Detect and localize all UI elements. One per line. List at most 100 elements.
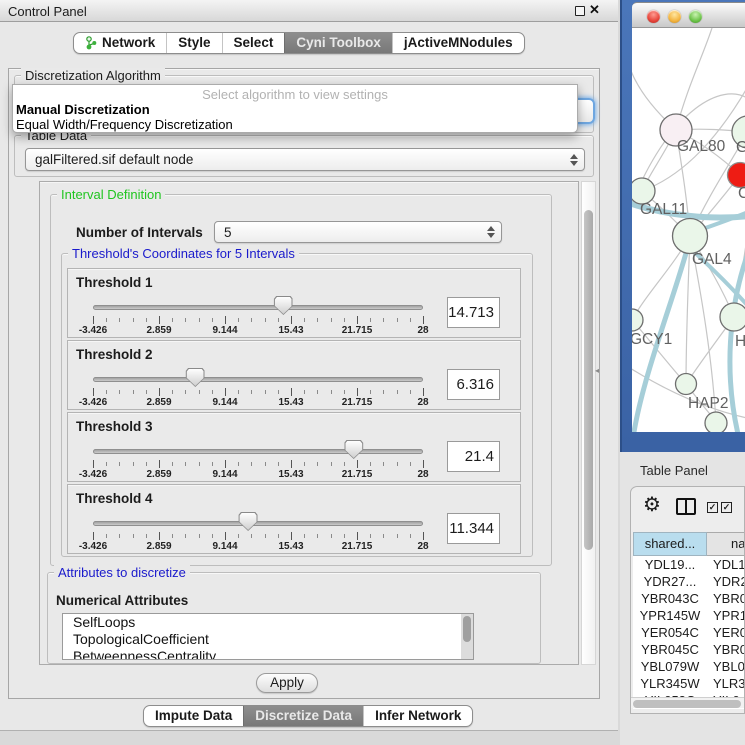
number-of-intervals-value: 5	[224, 225, 232, 240]
slider-ticks	[93, 532, 423, 540]
table-row[interactable]: YDL19...YDL1	[633, 556, 745, 573]
network-icon	[85, 36, 97, 50]
table-row[interactable]: YBL079WYBL0	[633, 658, 745, 675]
settings-scroll-area: Interval Definition Number of Intervals …	[39, 181, 579, 665]
column-header-name[interactable]: na	[707, 532, 745, 556]
column-layout-icon[interactable]	[676, 498, 696, 515]
threshold-1-slider-track[interactable]	[93, 305, 423, 310]
checkbox-icon[interactable]: ✓	[707, 502, 718, 513]
node-gal4[interactable]	[673, 219, 708, 254]
node-partial-bottom[interactable]	[705, 412, 727, 432]
table-body: YDL19...YDL1 YDR27...YDR2 YBR043CYBR0 YP…	[633, 556, 745, 709]
node-label: GA	[736, 139, 745, 156]
list-item[interactable]: BetweennessCentrality	[63, 648, 473, 660]
tab-discretize-data[interactable]: Discretize Data	[243, 706, 363, 726]
tab-infer-network[interactable]: Infer Network	[363, 706, 472, 726]
gear-icon[interactable]: ⚙	[643, 495, 661, 515]
threshold-2-value-field[interactable]: 6.316	[447, 369, 500, 400]
number-of-intervals-label: Number of Intervals	[76, 225, 203, 240]
table-row[interactable]: YDR27...YDR2	[633, 573, 745, 590]
popup-option-manual-discretization[interactable]: Manual Discretization	[13, 102, 577, 117]
threshold-4-box: Threshold 4 -3.4262.8599.14415.4321.7152…	[67, 484, 521, 554]
control-panel-titlebar: Control Panel ✕	[0, 0, 618, 22]
close-traffic-light[interactable]	[647, 10, 660, 23]
table-data-group: Table Data galFiltered.sif default node	[14, 135, 594, 177]
threshold-2-slider-track[interactable]	[93, 377, 423, 382]
node-gcy1[interactable]	[632, 309, 643, 331]
threshold-1-slider-thumb[interactable]	[274, 296, 293, 315]
node-label: HAP2	[688, 395, 729, 412]
threshold-3-slider-track[interactable]	[93, 449, 423, 454]
algorithm-prompt: Select algorithm to view settings	[13, 87, 577, 102]
node-label: H	[735, 333, 745, 350]
attributes-group-label: Attributes to discretize	[54, 565, 190, 580]
slider-ticks	[93, 388, 423, 396]
thresholds-group-label: Threshold's Coordinates for 5 Intervals	[68, 246, 299, 261]
zoom-traffic-light[interactable]	[689, 10, 702, 23]
slider-tick-labels: -3.4262.8599.14415.4321.71528	[93, 325, 423, 336]
apply-button[interactable]: Apply	[256, 673, 318, 693]
table-data-combobox[interactable]: galFiltered.sif default node	[25, 148, 585, 171]
table-panel: ⚙ ✓ ✓ shared... na YDL19...YDL1 YDR27...…	[630, 486, 745, 714]
slider-tick-labels: -3.4262.8599.14415.4321.71528	[93, 397, 423, 408]
table-panel-region: Table Panel ⚙ ✓ ✓ shared... na YDL19...Y…	[620, 452, 745, 745]
list-scrollbar[interactable]	[461, 614, 473, 659]
threshold-4-slider-thumb[interactable]	[239, 512, 258, 531]
close-icon[interactable]: ✕	[589, 2, 600, 18]
table-row[interactable]: YPR145WYPR1	[633, 607, 745, 624]
window-title: Control Panel	[8, 4, 87, 19]
interval-definition-label: Interval Definition	[57, 187, 165, 202]
table-row[interactable]: YLR345WYLR3	[633, 675, 745, 692]
column-header-shared-name[interactable]: shared...	[633, 532, 707, 556]
discretization-algorithm-label: Discretization Algorithm	[21, 68, 165, 83]
tab-jactivemnodules[interactable]: jActiveMNodules	[392, 33, 524, 53]
cyni-bottom-tabbar: Impute Data Discretize Data Infer Networ…	[143, 705, 473, 727]
table-panel-title: Table Panel	[640, 463, 708, 478]
minimize-traffic-light[interactable]	[668, 10, 681, 23]
slider-ticks	[93, 460, 423, 468]
table-row[interactable]: YER054CYER0	[633, 624, 745, 641]
threshold-4-value-field[interactable]: 11.344	[447, 513, 500, 544]
threshold-2-slider-thumb[interactable]	[186, 368, 205, 387]
node-label: C	[738, 185, 745, 202]
tab-select[interactable]: Select	[222, 33, 285, 53]
network-window-titlebar[interactable]	[632, 2, 745, 28]
list-item[interactable]: SelfLoops	[63, 614, 473, 631]
control-panel-tabbar: Network Style Select Cyni Toolbox jActiv…	[73, 32, 525, 54]
table-row[interactable]: YBR043CYBR0	[633, 590, 745, 607]
combo-spinner-icon	[487, 226, 494, 238]
node-label: GAL80	[677, 138, 726, 155]
node-h[interactable]	[720, 303, 745, 331]
divider-collapse-arrow[interactable]: ◂	[595, 366, 599, 375]
list-item[interactable]: TopologicalCoefficient	[63, 631, 473, 648]
threshold-3-box: Threshold 3 -3.4262.8599.14415.4321.7152…	[67, 412, 521, 482]
tab-style[interactable]: Style	[166, 33, 221, 53]
float-window-icon[interactable]	[575, 6, 585, 16]
threshold-1-value-field[interactable]: 14.713	[447, 297, 500, 328]
tab-network[interactable]: Network	[74, 33, 166, 53]
network-canvas[interactable]: GAL80 GA C GAL11 GAL4 GCY1 H HAP2	[632, 28, 745, 432]
network-view-window: GAL80 GA C GAL11 GAL4 GCY1 H HAP2	[620, 0, 745, 452]
popup-option-equal-width[interactable]: Equal Width/Frequency Discretization	[13, 117, 577, 132]
settings-vertical-scrollbar[interactable]	[581, 181, 596, 665]
node-hap2[interactable]	[676, 374, 697, 395]
table-header-row: shared... na	[633, 532, 745, 556]
tab-impute-data[interactable]: Impute Data	[144, 706, 243, 726]
tab-cyni-toolbox[interactable]: Cyni Toolbox	[284, 33, 392, 53]
number-of-intervals-combobox[interactable]: 5	[214, 221, 502, 243]
attributes-group: Attributes to discretize Numerical Attri…	[47, 572, 541, 664]
checkbox-icon[interactable]: ✓	[721, 502, 732, 513]
threshold-3-value-field[interactable]: 21.4	[447, 441, 500, 472]
cyni-toolbox-panel: Discretization Algorithm Table Data galF…	[8, 68, 600, 699]
interval-definition-group: Interval Definition Number of Intervals …	[50, 194, 552, 566]
node-label: GAL4	[692, 251, 732, 268]
threshold-3-slider-thumb[interactable]	[344, 440, 363, 459]
table-horizontal-scrollbar[interactable]	[631, 697, 744, 708]
table-row[interactable]: YBR045CYBR0	[633, 641, 745, 658]
slider-tick-labels: -3.4262.8599.14415.4321.71528	[93, 469, 423, 480]
table-data-combobox-value: galFiltered.sif default node	[35, 152, 193, 167]
numerical-attributes-label: Numerical Attributes	[56, 593, 188, 608]
threshold-4-slider-track[interactable]	[93, 521, 423, 526]
threshold-3-label: Threshold 3	[76, 419, 153, 434]
threshold-1-label: Threshold 1	[76, 275, 153, 290]
